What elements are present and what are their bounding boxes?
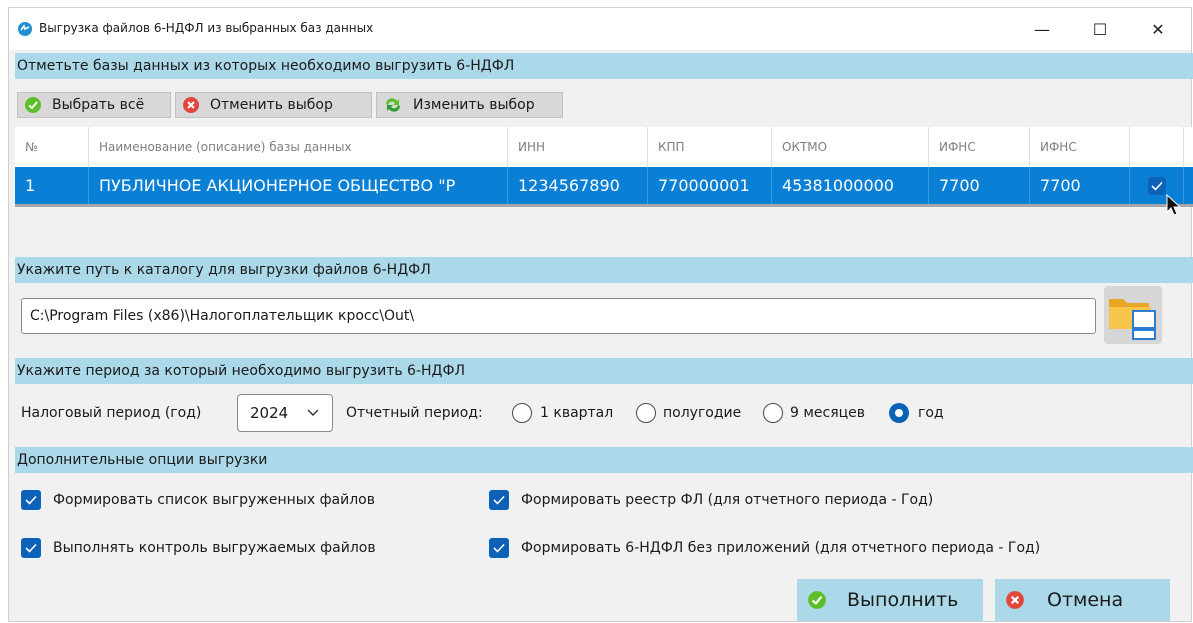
column-header-select[interactable] bbox=[1130, 127, 1184, 167]
option-no-attachments-checkbox[interactable] bbox=[489, 538, 509, 558]
tax-period-label: Налоговый период (год) bbox=[21, 405, 202, 421]
option-no-attachments-label: Формировать 6-НДФЛ без приложений (для о… bbox=[521, 540, 1041, 556]
select-all-label: Выбрать всё bbox=[52, 97, 145, 113]
window-title: Выгрузка файлов 6-НДФЛ из выбранных баз … bbox=[39, 21, 374, 35]
invert-selection-label: Изменить выбор bbox=[413, 97, 535, 113]
radio-year-label: год bbox=[918, 405, 944, 421]
radio-year[interactable] bbox=[889, 403, 909, 423]
option-no-attachments[interactable]: Формировать 6-НДФЛ без приложений (для о… bbox=[489, 537, 1040, 559]
table-header: № Наименование (описание) базы данных ИН… bbox=[15, 127, 1193, 167]
option-validate-files-checkbox[interactable] bbox=[21, 538, 41, 558]
option-files-list[interactable]: Формировать список выгруженных файлов bbox=[21, 489, 375, 511]
report-period-label: Отчетный период: bbox=[346, 405, 483, 421]
tax-year-select[interactable]: 2024 bbox=[237, 394, 333, 432]
radio-9-months[interactable] bbox=[763, 403, 783, 423]
option-fl-register-checkbox[interactable] bbox=[489, 490, 509, 510]
chevron-down-icon bbox=[307, 409, 319, 416]
table-row[interactable]: 1 ПУБЛИЧНОЕ АКЦИОНЕРНОЕ ОБЩЕСТВО "Р 1234… bbox=[15, 167, 1193, 204]
cancel-button[interactable]: Отмена bbox=[995, 579, 1170, 621]
databases-table: № Наименование (описание) базы данных ИН… bbox=[15, 127, 1193, 216]
folder-browse-icon bbox=[1104, 286, 1162, 344]
cancel-button-label: Отмена bbox=[1047, 589, 1124, 611]
title-bar: Выгрузка файлов 6-НДФЛ из выбранных баз … bbox=[9, 8, 1191, 50]
row-ifns: 7700 bbox=[929, 167, 1030, 204]
deselect-button[interactable]: Отменить выбор bbox=[175, 92, 372, 118]
select-all-button[interactable]: Выбрать всё bbox=[17, 92, 171, 118]
tax-year-value: 2024 bbox=[250, 404, 289, 422]
column-header-inn[interactable]: ИНН bbox=[508, 127, 648, 167]
run-button-label: Выполнить bbox=[847, 589, 959, 611]
maximize-button[interactable]: ☐ bbox=[1077, 8, 1123, 50]
minimize-button[interactable]: — bbox=[1019, 8, 1065, 50]
app-icon bbox=[18, 22, 32, 36]
browse-folder-button[interactable] bbox=[1103, 285, 1163, 345]
row-ifns-2: 7700 bbox=[1030, 167, 1130, 204]
export-dialog: Выгрузка файлов 6-НДФЛ из выбранных баз … bbox=[8, 7, 1193, 622]
options-section-header: Дополнительные опции выгрузки bbox=[15, 447, 1193, 473]
databases-section-header: Отметьте базы данных из которых необходи… bbox=[15, 53, 1193, 79]
row-oktmo: 45381000000 bbox=[772, 167, 929, 204]
column-header-ifns-2[interactable]: ИФНС bbox=[1030, 127, 1130, 167]
path-section-header: Укажите путь к каталогу для выгрузки фай… bbox=[15, 257, 1193, 283]
row-inn: 1234567890 bbox=[508, 167, 648, 204]
close-button[interactable]: ✕ bbox=[1135, 8, 1181, 50]
check-circle-icon bbox=[808, 591, 826, 609]
refresh-arrows-icon bbox=[383, 96, 403, 114]
column-header-ifns[interactable]: ИФНС bbox=[929, 127, 1030, 167]
deselect-label: Отменить выбор bbox=[210, 97, 333, 113]
run-button[interactable]: Выполнить bbox=[797, 579, 983, 621]
radio-half-year[interactable] bbox=[636, 403, 656, 423]
option-fl-register[interactable]: Формировать реестр ФЛ (для отчетного пер… bbox=[489, 489, 933, 511]
option-files-list-label: Формировать список выгруженных файлов bbox=[53, 492, 375, 508]
row-number: 1 bbox=[15, 167, 89, 204]
radio-q1[interactable] bbox=[512, 403, 532, 423]
column-header-number[interactable]: № bbox=[15, 127, 89, 167]
option-files-list-checkbox[interactable] bbox=[21, 490, 41, 510]
period-section-header: Укажите период за который необходимо выг… bbox=[15, 358, 1193, 384]
option-fl-register-label: Формировать реестр ФЛ (для отчетного пер… bbox=[521, 492, 934, 508]
column-header-oktmo[interactable]: ОКТМО bbox=[772, 127, 929, 167]
row-db-name: ПУБЛИЧНОЕ АКЦИОНЕРНОЕ ОБЩЕСТВО "Р bbox=[89, 167, 508, 204]
option-validate-files[interactable]: Выполнять контроль выгружаемых файлов bbox=[21, 537, 376, 559]
radio-half-year-label: полугодие bbox=[663, 405, 742, 421]
row-kpp: 770000001 bbox=[648, 167, 772, 204]
check-circle-icon bbox=[24, 96, 42, 114]
column-header-kpp[interactable]: КПП bbox=[648, 127, 772, 167]
radio-9-months-label: 9 месяцев bbox=[790, 405, 866, 421]
cancel-circle-icon bbox=[1006, 591, 1024, 609]
cancel-circle-icon bbox=[182, 96, 200, 114]
period-row: Налоговый период (год) 2024 Отчетный пер… bbox=[9, 394, 1191, 432]
radio-q1-label: 1 квартал bbox=[540, 405, 614, 421]
invert-selection-button[interactable]: Изменить выбор bbox=[376, 92, 563, 118]
row-select-checkbox[interactable] bbox=[1147, 176, 1166, 195]
output-path-field[interactable]: C:\Program Files (x86)\Налогоплательщик … bbox=[21, 298, 1096, 334]
mouse-cursor-icon bbox=[1166, 193, 1182, 216]
column-header-name[interactable]: Наименование (описание) базы данных bbox=[89, 127, 508, 167]
option-validate-files-label: Выполнять контроль выгружаемых файлов bbox=[53, 540, 376, 556]
